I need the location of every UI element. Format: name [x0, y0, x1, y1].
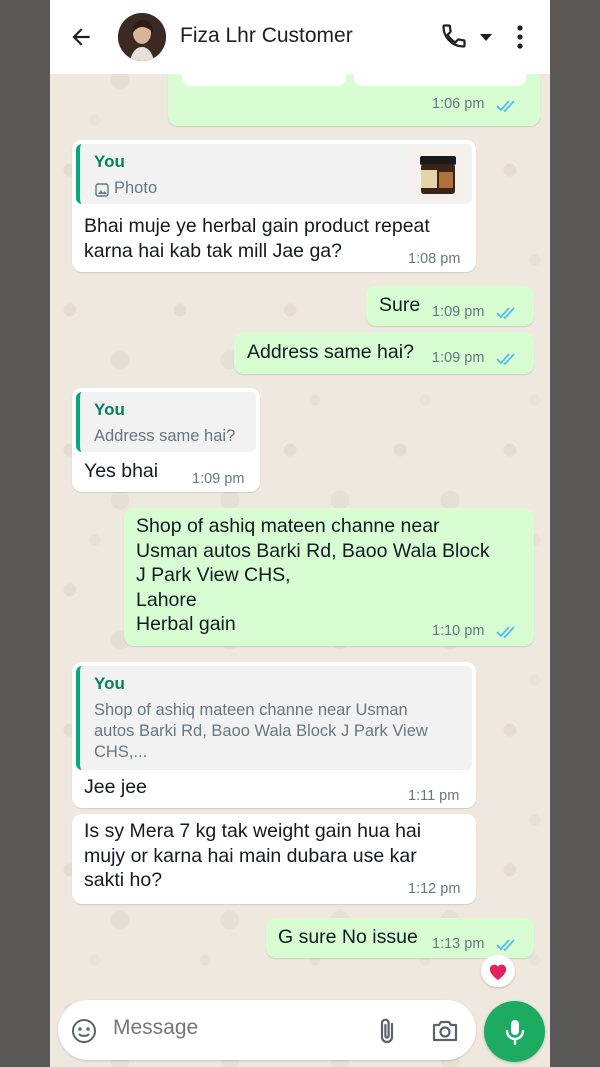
more-vertical-icon[interactable] [510, 22, 530, 52]
message-time: 1:06 pm [432, 96, 485, 112]
message-text: Jee jee [84, 776, 147, 798]
message-time: 1:11 pm [408, 788, 460, 804]
read-ticks-icon [496, 100, 515, 113]
message-time: 1:13 pm [432, 936, 485, 952]
message-bubble-incoming[interactable]: You Shop of ashiq mateen channe near Usm… [72, 662, 476, 808]
quoted-message[interactable]: You Photo [76, 144, 472, 204]
mic-icon [505, 1019, 524, 1045]
message-text: Bhai muje ye herbal gain product repeat … [84, 215, 430, 262]
chat-header: Fiza Lhr Customer [50, 0, 550, 74]
camera-icon[interactable] [430, 1017, 460, 1045]
read-ticks-icon [496, 626, 515, 639]
read-ticks-icon [496, 939, 515, 952]
quote-text: Photo [114, 179, 158, 197]
heart-icon [489, 964, 507, 981]
quote-author: You [94, 674, 125, 693]
message-bubble-incoming[interactable]: You Address same hai? Yes bhai 1:09 pm [72, 388, 260, 492]
message-text: Is sy Mera 7 kg tak weight gain hua hai … [84, 820, 422, 891]
message-time: 1:10 pm [432, 623, 485, 639]
right-backdrop [550, 0, 600, 1067]
product-thumbnail [412, 148, 464, 200]
heart-reaction[interactable] [481, 955, 515, 987]
media-preview-edge [182, 74, 346, 86]
message-bubble-outgoing[interactable]: Sure 1:09 pm [366, 286, 534, 326]
chevron-down-icon[interactable] [478, 30, 494, 44]
message-time: 1:09 pm [432, 304, 485, 320]
message-text: Shop of ashiq mateen channe near Usman a… [136, 515, 490, 635]
quoted-message[interactable]: You Address same hai? [76, 392, 256, 452]
message-time: 1:12 pm [408, 881, 461, 897]
message-input[interactable] [113, 1016, 353, 1040]
message-composer [58, 1000, 476, 1060]
quoted-message[interactable]: You Shop of ashiq mateen channe near Usm… [76, 666, 472, 770]
message-bubble-incoming[interactable]: Is sy Mera 7 kg tak weight gain hua hai … [72, 814, 476, 904]
contact-name[interactable]: Fiza Lhr Customer [180, 24, 353, 48]
quote-author: You [94, 152, 125, 171]
mic-button[interactable] [484, 1001, 545, 1062]
attach-icon[interactable] [376, 1016, 400, 1046]
message-bubble-outgoing[interactable]: Address same hai? 1:09 pm [234, 332, 534, 374]
back-arrow-icon[interactable] [66, 22, 96, 52]
read-ticks-icon [496, 353, 515, 366]
message-bubble-outgoing[interactable]: G sure No issue 1:13 pm [266, 918, 534, 958]
message-bubble-incoming[interactable]: You Photo Bhai muje ye herbal gain produ… [72, 140, 476, 272]
message-time: 1:08 pm [408, 251, 461, 267]
chat-screen: Fiza Lhr Customer 1:06 pm You Photo Bhai… [50, 0, 550, 1067]
emoji-sticker-icon[interactable] [70, 1017, 98, 1045]
quote-text: Address same hai? [94, 427, 236, 445]
avatar[interactable] [118, 13, 166, 61]
message-bubble-outgoing[interactable]: Shop of ashiq mateen channe near Usman a… [124, 508, 534, 646]
message-time: 1:09 pm [192, 471, 245, 487]
quote-author: You [94, 400, 125, 419]
media-preview-edge [354, 74, 526, 86]
left-backdrop [0, 0, 50, 1067]
message-text: G sure No issue [278, 926, 418, 948]
photo-icon [95, 183, 109, 197]
message-time: 1:09 pm [432, 350, 485, 366]
quote-text: Shop of ashiq mateen channe near Usman a… [94, 701, 428, 761]
read-ticks-icon [496, 307, 515, 320]
phone-icon[interactable] [440, 22, 470, 52]
message-text: Sure [379, 294, 421, 316]
message-text: Address same hai? [247, 341, 414, 363]
message-text: Yes bhai [84, 460, 159, 482]
